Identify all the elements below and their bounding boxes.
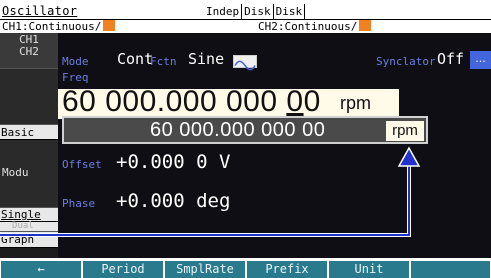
fkey-prefix[interactable]: Prefix [247,261,327,278]
fkey-unit[interactable]: Unit [329,261,409,278]
frequency-display[interactable]: 60 000.000 000 00 rpm [58,85,399,119]
oscillator-screen: Oscillator Indep Disk Disk CH1:Continuou… [0,0,491,278]
tab-blank-1 [0,69,58,125]
left-tab-column: CH1 CH2 Basic Modu Single Dual Graph [0,33,58,278]
mode-label: Mode [62,55,89,68]
tab-channel-select[interactable]: CH1 CH2 [0,33,58,69]
tab-dual[interactable]: Dual [0,222,58,232]
indicator-disk-2: Disk [272,4,306,19]
frequency-value-main: 60 000.000 000 [62,85,287,118]
synclator-label: Synclator [376,55,436,68]
tab-ch1-label: CH1 [19,33,39,46]
indicator-disk-1: Disk [241,4,274,19]
synclator-more-button[interactable]: ... [470,51,491,69]
ch2-status-color-square [359,20,372,31]
tab-basic[interactable]: Basic [0,125,58,140]
fctn-label: Fctn [150,55,177,68]
synclator-value[interactable]: Off [437,50,464,68]
frequency-cursor-digit: 0 [286,85,304,118]
frequency-unit: rpm [340,93,371,113]
tab-ch2-label: CH2 [19,45,39,58]
tab-modu[interactable]: Modu [0,140,58,208]
entry-unit: rpm [386,121,424,141]
phase-value[interactable]: +0.000 deg [116,190,230,212]
status-indicators: Indep Disk Disk [204,4,306,19]
tab-single[interactable]: Single [0,208,58,222]
app-title: Oscillator [2,4,78,18]
phase-label: Phase [62,197,96,210]
fctn-value[interactable]: Sine [188,50,224,68]
ch1-status: CH1:Continuous/ [2,20,116,33]
numeric-entry-box[interactable]: 60 000.000 000 00 rpm [62,116,428,144]
function-key-bar: ← Period SmplRate Prefix Unit [0,258,491,278]
title-bar: Oscillator Indep Disk Disk [0,4,430,19]
fkey-smplrate[interactable]: SmplRate [165,261,245,278]
fkey-back[interactable]: ← [1,261,81,278]
main-panel: Mode Cont Fctn Sine Synclator Off ... Fr… [58,33,491,258]
fkey-period[interactable]: Period [83,261,163,278]
fkey-blank[interactable] [411,261,490,278]
entry-value: 60 000.000 000 00 [150,119,326,141]
mode-value[interactable]: Cont [117,50,153,68]
offset-label: Offset [62,158,102,171]
sine-wave-icon [233,55,257,71]
ch2-status-text: CH2:Continuous/ [258,20,358,33]
tab-graph[interactable]: Graph [0,232,58,248]
ch1-status-text: CH1:Continuous/ [2,20,102,33]
ch2-status: CH2:Continuous/ [258,20,372,33]
ch1-status-color-square [103,20,116,31]
indicator-indep: Indep [204,4,243,19]
offset-value[interactable]: +0.000 0 V [116,151,230,173]
frequency-value-tail: 0 [303,85,321,118]
channel-status-bar: CH1:Continuous/ CH2:Continuous/ [0,19,491,33]
freq-label: Freq [62,71,89,84]
frequency-value: 60 000.000 000 00 [62,85,321,119]
